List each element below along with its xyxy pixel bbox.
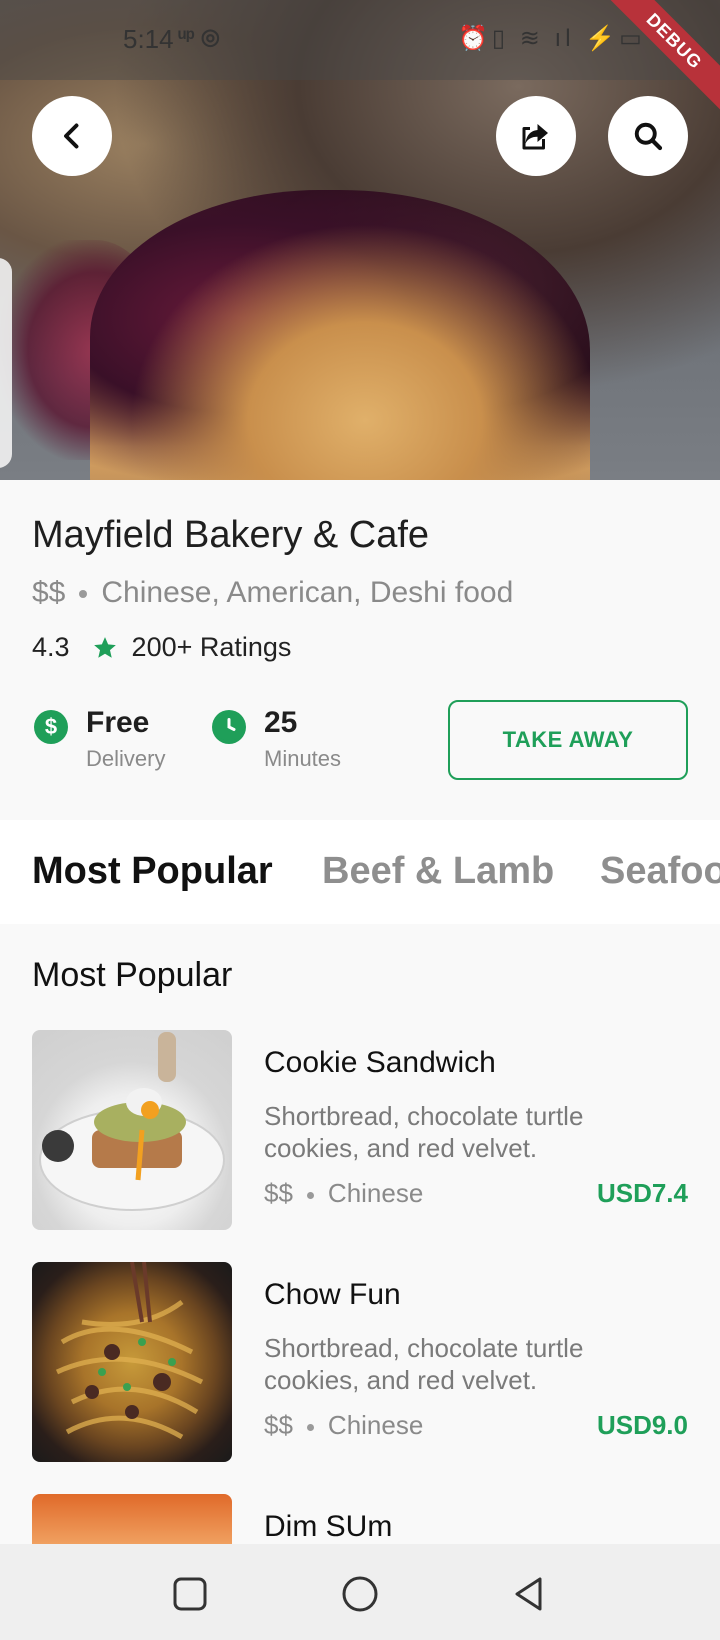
- time-info: 25 Minutes: [208, 706, 341, 772]
- delivery-info: $ Free Delivery: [34, 706, 165, 772]
- restaurant-info: Mayfield Bakery & Cafe $$ Chinese, Americ…: [0, 480, 720, 820]
- home-icon[interactable]: [340, 1574, 380, 1614]
- dollar-icon: $: [34, 710, 68, 744]
- tab-most-popular[interactable]: Most Popular: [32, 850, 273, 893]
- delivery-sub: Delivery: [86, 746, 166, 771]
- item-meta: $$ Chinese: [264, 1410, 423, 1441]
- system-nav-bar: [0, 1544, 720, 1640]
- section-title: Most Popular: [32, 956, 233, 994]
- delivery-main: Free: [86, 706, 150, 739]
- share-icon: [522, 124, 548, 150]
- tab-seafood[interactable]: Seafood: [600, 850, 720, 893]
- category-tabs: Most Popular Beef & Lamb Seafood: [0, 820, 720, 924]
- item-image: [32, 1030, 232, 1230]
- side-handle[interactable]: [0, 258, 12, 468]
- item-description: Shortbread, chocolate turtle cookies, an…: [264, 1101, 584, 1163]
- menu-item[interactable]: Chow Fun Shortbread, chocolate turtle co…: [32, 1262, 688, 1462]
- hero-cake: [90, 190, 590, 480]
- item-cuisine: Chinese: [327, 1178, 424, 1208]
- separator-dot: [79, 590, 88, 599]
- rating-row: 4.3 200+ Ratings: [32, 632, 291, 663]
- search-icon: [634, 122, 663, 151]
- back-arrow-icon: [64, 123, 79, 149]
- rating-value: 4.3: [32, 632, 70, 662]
- clock-icon: [212, 710, 246, 744]
- item-price-level: $$: [264, 1410, 293, 1440]
- back-nav-icon[interactable]: [510, 1574, 550, 1614]
- take-away-button[interactable]: TAKE AWAY: [448, 700, 688, 780]
- recents-icon[interactable]: [170, 1574, 210, 1614]
- back-button[interactable]: [32, 96, 112, 176]
- time-main: 25: [264, 706, 298, 739]
- item-image: [32, 1262, 232, 1462]
- item-price: USD7.4: [596, 1178, 688, 1208]
- item-price-level: $$: [264, 1178, 293, 1208]
- separator-dot: [306, 1191, 314, 1199]
- tab-beef-lamb[interactable]: Beef & Lamb: [322, 850, 554, 893]
- item-image: [32, 1494, 232, 1544]
- menu-item[interactable]: Cookie Sandwich Shortbread, chocolate tu…: [32, 1030, 688, 1230]
- restaurant-name: Mayfield Bakery & Cafe: [32, 514, 430, 556]
- item-price: USD9.0: [596, 1410, 688, 1440]
- item-name: Chow Fun: [264, 1278, 401, 1311]
- search-button[interactable]: [608, 96, 688, 176]
- item-meta: $$ Chinese: [264, 1178, 423, 1209]
- share-button[interactable]: [496, 96, 576, 176]
- item-name: Dim SUm: [264, 1510, 393, 1543]
- item-name: Cookie Sandwich: [264, 1046, 496, 1079]
- status-time: 5:14: [123, 24, 174, 54]
- star-icon: [93, 636, 116, 658]
- price-level: $$: [32, 576, 66, 609]
- cuisines: Chinese, American, Deshi food: [101, 576, 514, 609]
- status-left-icons: ᵘᵖ ◎: [178, 24, 221, 49]
- separator-dot: [306, 1423, 314, 1431]
- ratings-count: 200+ Ratings: [131, 632, 292, 662]
- time-sub: Minutes: [264, 746, 342, 771]
- menu-item[interactable]: Dim SUm: [32, 1494, 688, 1544]
- item-cuisine: Chinese: [327, 1410, 424, 1440]
- item-description: Shortbread, chocolate turtle cookies, an…: [264, 1333, 584, 1395]
- restaurant-subtitle: $$ Chinese, American, Deshi food: [32, 576, 513, 610]
